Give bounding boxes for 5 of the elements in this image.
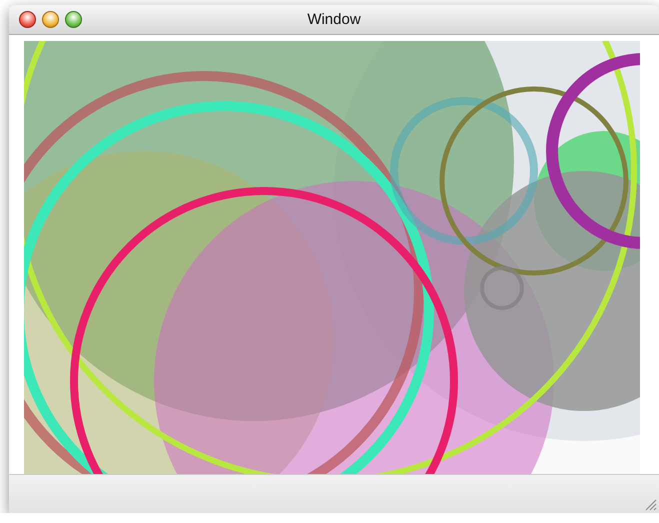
window-title: Window: [307, 10, 361, 28]
minimize-button[interactable]: [42, 10, 59, 28]
resize-grip-icon[interactable]: [645, 499, 657, 511]
close-button[interactable]: [19, 10, 36, 28]
zoom-button[interactable]: [65, 10, 82, 28]
